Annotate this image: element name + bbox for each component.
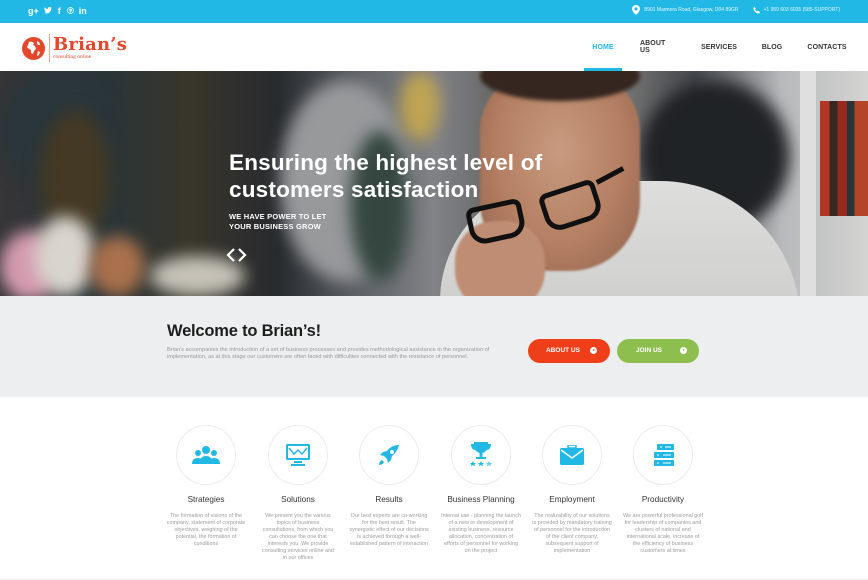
feature-icon-circle[interactable] xyxy=(359,425,419,485)
contact-info: 8901 Marmora Road, Glasgow, D04 89GR +1 … xyxy=(632,5,840,15)
arrow-circle-icon xyxy=(590,347,597,354)
features-section: Strategies The formation of visions of t… xyxy=(0,397,868,580)
nav-about-us[interactable]: ABOUT US xyxy=(640,23,676,71)
feature-title: Strategies xyxy=(187,495,225,504)
google-plus-icon[interactable]: g+ xyxy=(28,6,39,16)
feature-description: We are powerful professional golf for le… xyxy=(623,513,703,554)
join-us-button[interactable]: JOIN US xyxy=(617,339,699,363)
feature-description: Internal use - planning the launch of a … xyxy=(441,513,521,554)
join-us-button-label: JOIN US xyxy=(636,347,663,354)
feature-item: Strategies The formation of visions of t… xyxy=(160,425,252,548)
social-links: g+ f in xyxy=(28,6,87,16)
site-header: Brian’s consulting online HOME ABOUT US … xyxy=(0,23,868,71)
prev-slide-arrow-icon[interactable] xyxy=(226,247,236,267)
top-bar: g+ f in 8901 Marmora Road, Glasgow, D04 … xyxy=(0,0,868,23)
feature-title: Business Planning xyxy=(447,495,515,504)
linkedin-icon[interactable]: in xyxy=(79,6,87,16)
feature-icon-circle[interactable] xyxy=(633,425,693,485)
about-us-button[interactable]: ABOUT US xyxy=(528,339,610,363)
feature-icon-circle[interactable] xyxy=(268,425,328,485)
briefcase-icon xyxy=(560,445,584,465)
feature-icon-circle[interactable] xyxy=(176,425,236,485)
hero-subtitle: WE HAVE POWER TO LET YOUR BUSINESS GROW xyxy=(229,212,326,232)
feature-description: We present you the various topics of bus… xyxy=(262,513,334,561)
logo-divider xyxy=(49,34,50,62)
feature-title: Solutions xyxy=(281,495,315,504)
rocket-icon xyxy=(379,445,399,465)
feature-title: Employment xyxy=(549,495,595,504)
logo[interactable]: Brian’s consulting online xyxy=(22,34,127,62)
welcome-section: Welcome to Brian’s! Brian's accompanies … xyxy=(0,296,868,397)
phone-icon xyxy=(752,6,760,14)
slider-arrows xyxy=(226,247,247,267)
feature-item: Solutions We present you the various top… xyxy=(252,425,344,562)
arrow-circle-icon xyxy=(680,347,687,354)
nav-blog[interactable]: BLOG xyxy=(762,23,783,71)
welcome-title: Welcome to Brian’s! xyxy=(167,322,321,340)
monitor-chart-icon xyxy=(286,444,310,466)
twitter-icon[interactable] xyxy=(43,6,52,16)
feature-icon-circle[interactable] xyxy=(542,425,602,485)
feature-icon-circle[interactable] xyxy=(451,425,511,485)
hero-title: Ensuring the highest level of customers … xyxy=(229,149,542,203)
people-group-icon xyxy=(192,446,220,464)
server-stack-icon xyxy=(654,444,674,466)
hero-subtitle-line: WE HAVE POWER TO LET xyxy=(229,212,327,221)
address: 8901 Marmora Road, Glasgow, D04 89GR xyxy=(632,5,739,15)
globe-icon xyxy=(22,36,45,60)
main-nav: HOME ABOUT US SERVICES BLOG CONTACTS xyxy=(584,23,846,71)
hero-slider: Ensuring the highest level of customers … xyxy=(0,71,868,296)
feature-item: Results Our best experts are co-working … xyxy=(343,425,435,548)
feature-title: Results xyxy=(375,495,403,504)
phone-text: +1 959 603 6035 (585-SUPPORT) xyxy=(763,7,840,13)
welcome-text: Brian's accompanies the introduction of … xyxy=(167,347,490,360)
hero-title-line: Ensuring the highest level of xyxy=(229,150,543,175)
hero-title-line: customers satisfaction xyxy=(229,177,479,202)
trophy-stars-icon xyxy=(470,442,492,467)
nav-services[interactable]: SERVICES xyxy=(701,23,737,71)
feature-item: Business Planning Internal use - plannin… xyxy=(435,425,527,555)
logo-text: Brian’s consulting online xyxy=(53,34,128,61)
feature-item: Employment The realizability of our solu… xyxy=(526,425,618,555)
about-us-button-label: ABOUT US xyxy=(546,347,580,354)
feature-description: Our best experts are co-working for the … xyxy=(349,513,429,547)
nav-contacts[interactable]: CONTACTS xyxy=(807,23,846,71)
nav-home[interactable]: HOME xyxy=(584,23,622,71)
address-text: 8901 Marmora Road, Glasgow, D04 89GR xyxy=(644,7,739,13)
pinterest-icon[interactable] xyxy=(66,6,74,16)
location-pin-icon xyxy=(632,5,641,15)
feature-description: The realizability of our solutions is pr… xyxy=(532,513,612,554)
hero-subtitle-line: YOUR BUSINESS GROW xyxy=(229,222,321,231)
phone[interactable]: +1 959 603 6035 (585-SUPPORT) xyxy=(752,6,840,14)
next-slide-arrow-icon[interactable] xyxy=(237,247,247,267)
feature-title: Productivity xyxy=(641,495,685,504)
logo-name: Brian’s xyxy=(53,34,128,55)
feature-item: Productivity We are powerful professiona… xyxy=(617,425,709,555)
feature-description: The formation of visions of the company,… xyxy=(166,513,246,547)
logo-tagline: consulting online xyxy=(53,54,92,60)
facebook-icon[interactable]: f xyxy=(57,6,62,16)
